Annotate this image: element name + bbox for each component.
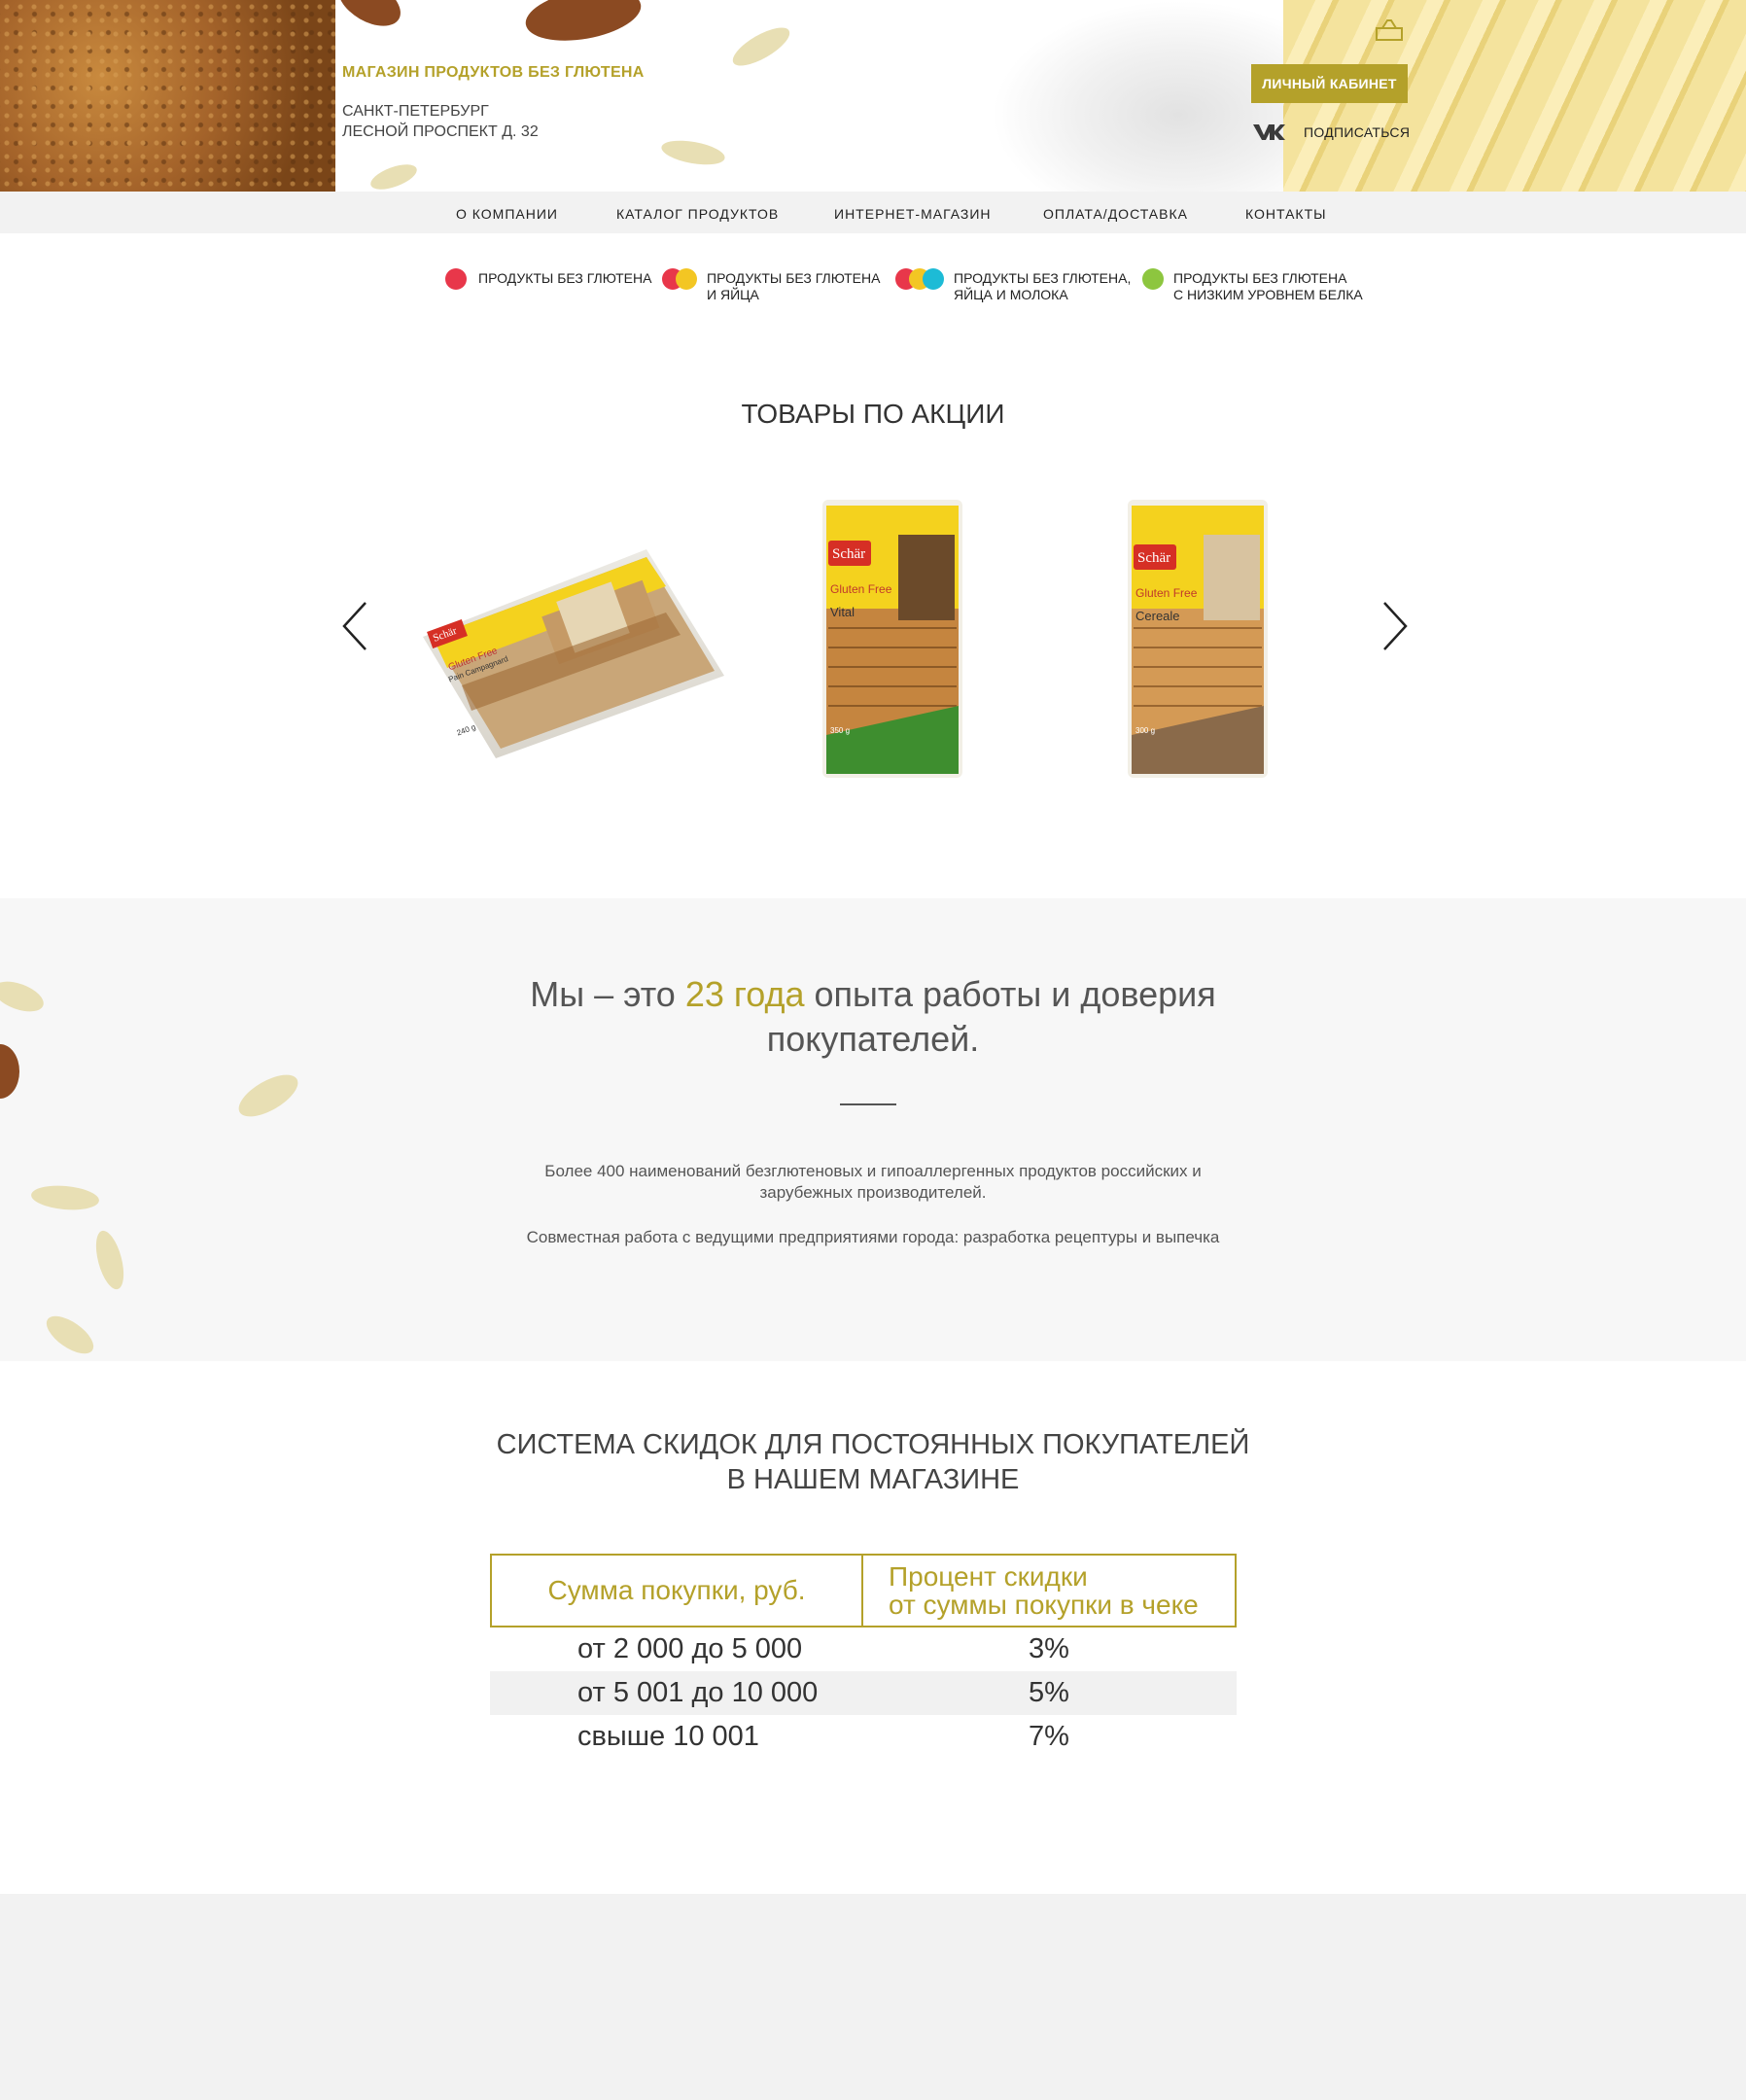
pecan-image [330, 0, 409, 36]
cell-sum: от 2 000 до 5 000 [577, 1633, 803, 1664]
pecan-image [521, 0, 646, 50]
carousel-next-icon[interactable] [1380, 601, 1410, 651]
seed-image [232, 1067, 304, 1125]
table-row: от 5 001 до 10 000 5% [490, 1671, 1237, 1715]
cell-percent: 3% [1029, 1633, 1069, 1664]
product-weight: 240 g [456, 722, 477, 737]
nav-item-contacts[interactable]: КОНТАКТЫ [1245, 206, 1327, 222]
cell-percent: 7% [1029, 1721, 1069, 1752]
product-line2: Cereale [1135, 609, 1180, 623]
main-nav: О КОМПАНИИ КАТАЛОГ ПРОДУКТОВ ИНТЕРНЕТ-МА… [0, 192, 1746, 233]
red-dot-icon [445, 268, 467, 290]
promo-title: ТОВАРЫ ПО АКЦИИ [741, 399, 1005, 429]
product-weight: 350 g [830, 726, 850, 735]
carousel-prev-icon[interactable] [340, 601, 369, 651]
about-headline: Мы – это 23 года опыта работы и доверия … [0, 972, 1746, 1062]
seed-image [727, 20, 795, 73]
about-section: Мы – это 23 года опыта работы и доверия … [0, 898, 1746, 1361]
yellow-dot-icon [676, 268, 697, 290]
about-paragraph: Более 400 наименований безглютеновых и г… [0, 1161, 1746, 1204]
legend-label: ПРОДУКТЫ БЕЗ ГЛЮТЕНА И ЯЙЦА [707, 270, 881, 302]
cart-icon[interactable] [1375, 18, 1404, 43]
green-dot-icon [1142, 268, 1164, 290]
nav-item-catalog[interactable]: КАТАЛОГ ПРОДУКТОВ [616, 206, 779, 222]
legend-label: ПРОДУКТЫ БЕЗ ГЛЮТЕНА [478, 270, 652, 286]
cell-sum: от 5 001 до 10 000 [577, 1677, 819, 1708]
legend-low-protein: ПРОДУКТЫ БЕЗ ГЛЮТЕНА С НИЗКИМ УРОВНЕМ БЕ… [1142, 268, 1363, 303]
address-city: САНКТ-ПЕТЕРБУРГ [342, 103, 489, 120]
col-header-percent: Процент скидки от суммы покупки в чеке [889, 1561, 1199, 1620]
about-para1-line1: Более 400 наименований безглютеновых и г… [544, 1162, 1202, 1180]
discounts-table: Сумма покупки, руб. Процент скидки от су… [490, 1554, 1237, 1759]
product-card[interactable]: Schär Gluten Free Cereale 300 g [1120, 492, 1275, 784]
account-button[interactable]: ЛИЧНЫЙ КАБИНЕТ [1251, 64, 1408, 103]
discounts-title-line2: В НАШЕМ МАГАЗИНЕ [726, 1464, 1020, 1495]
about-headline-pre: Мы – это [530, 974, 685, 1014]
product-brand: Schär [1137, 550, 1170, 566]
product-line2: Vital [830, 605, 855, 619]
legend-dots [895, 268, 944, 290]
product-card[interactable]: Schär Gluten Free Vital 350 g [815, 492, 970, 784]
product-brand: Schär [832, 546, 865, 562]
subscribe-link[interactable]: ПОДПИСАТЬСЯ [1304, 124, 1410, 140]
legend-dots [662, 268, 697, 290]
table-row: от 2 000 до 5 000 3% [490, 1628, 1237, 1671]
table-row: свыше 10 001 7% [490, 1715, 1237, 1759]
product-card[interactable]: Schär Gluten Free Pain Campagnard 240 g [403, 540, 734, 763]
about-headline-highlight: 23 года [684, 974, 805, 1014]
cell-percent: 5% [1029, 1677, 1069, 1708]
address-street: ЛЕСНОЙ ПРОСПЕКТ Д. 32 [342, 123, 539, 140]
blue-dot-icon [923, 268, 944, 290]
legend-dots [445, 268, 467, 290]
legend-label: ПРОДУКТЫ БЕЗ ГЛЮТЕНА, ЯЙЦА И МОЛОКА [954, 270, 1132, 302]
cell-sum: свыше 10 001 [577, 1721, 759, 1752]
legend-gluten-free: ПРОДУКТЫ БЕЗ ГЛЮТЕНА [445, 268, 651, 290]
nav-item-payment[interactable]: ОПЛАТА/ДОСТАВКА [1043, 206, 1188, 222]
divider [840, 1103, 896, 1105]
about-para1-line2: зарубежных производителей. [759, 1183, 987, 1202]
product-weight: 300 g [1135, 726, 1155, 735]
discounts-title-line1: СИСТЕМА СКИДОК ДЛЯ ПОСТОЯННЫХ ПОКУПАТЕЛЕ… [496, 1429, 1250, 1460]
legend-gluten-egg-milk-free: ПРОДУКТЫ БЕЗ ГЛЮТЕНА, ЯЙЦА И МОЛОКА [895, 268, 1131, 303]
table-header: Сумма покупки, руб. Процент скидки от су… [490, 1554, 1237, 1628]
seed-image [367, 159, 420, 192]
nav-item-about[interactable]: О КОМПАНИИ [456, 206, 558, 222]
product-line1: Gluten Free [830, 582, 892, 596]
seed-image [659, 136, 727, 169]
seed-image [40, 1309, 100, 1361]
col-header-sum: Сумма покупки, руб. [492, 1556, 863, 1626]
footer [0, 1894, 1746, 2100]
discounts-title: СИСТЕМА СКИДОК ДЛЯ ПОСТОЯННЫХ ПОКУПАТЕЛЕ… [0, 1427, 1746, 1497]
about-headline-line2: покупателей. [766, 1019, 980, 1059]
about-paragraph-2: Совместная работа с ведущими предприятия… [526, 1228, 1220, 1246]
nav-item-shop[interactable]: ИНТЕРНЕТ-МАГАЗИН [834, 206, 992, 222]
vk-icon[interactable] [1252, 122, 1285, 142]
legend-dots [1142, 268, 1164, 290]
legend-gluten-egg-free: ПРОДУКТЫ БЕЗ ГЛЮТЕНА И ЯЙЦА [662, 268, 880, 303]
bread-texture [0, 0, 335, 192]
product-line1: Gluten Free [1135, 586, 1198, 600]
site-header: МАГАЗИН ПРОДУКТОВ БЕЗ ГЛЮТЕНА САНКТ-ПЕТЕ… [0, 0, 1746, 192]
legend-label: ПРОДУКТЫ БЕЗ ГЛЮТЕНА С НИЗКИМ УРОВНЕМ БЕ… [1173, 270, 1363, 302]
brand-title: МАГАЗИН ПРОДУКТОВ БЕЗ ГЛЮТЕНА [342, 64, 645, 81]
about-headline-post: опыта работы и доверия [804, 974, 1216, 1014]
